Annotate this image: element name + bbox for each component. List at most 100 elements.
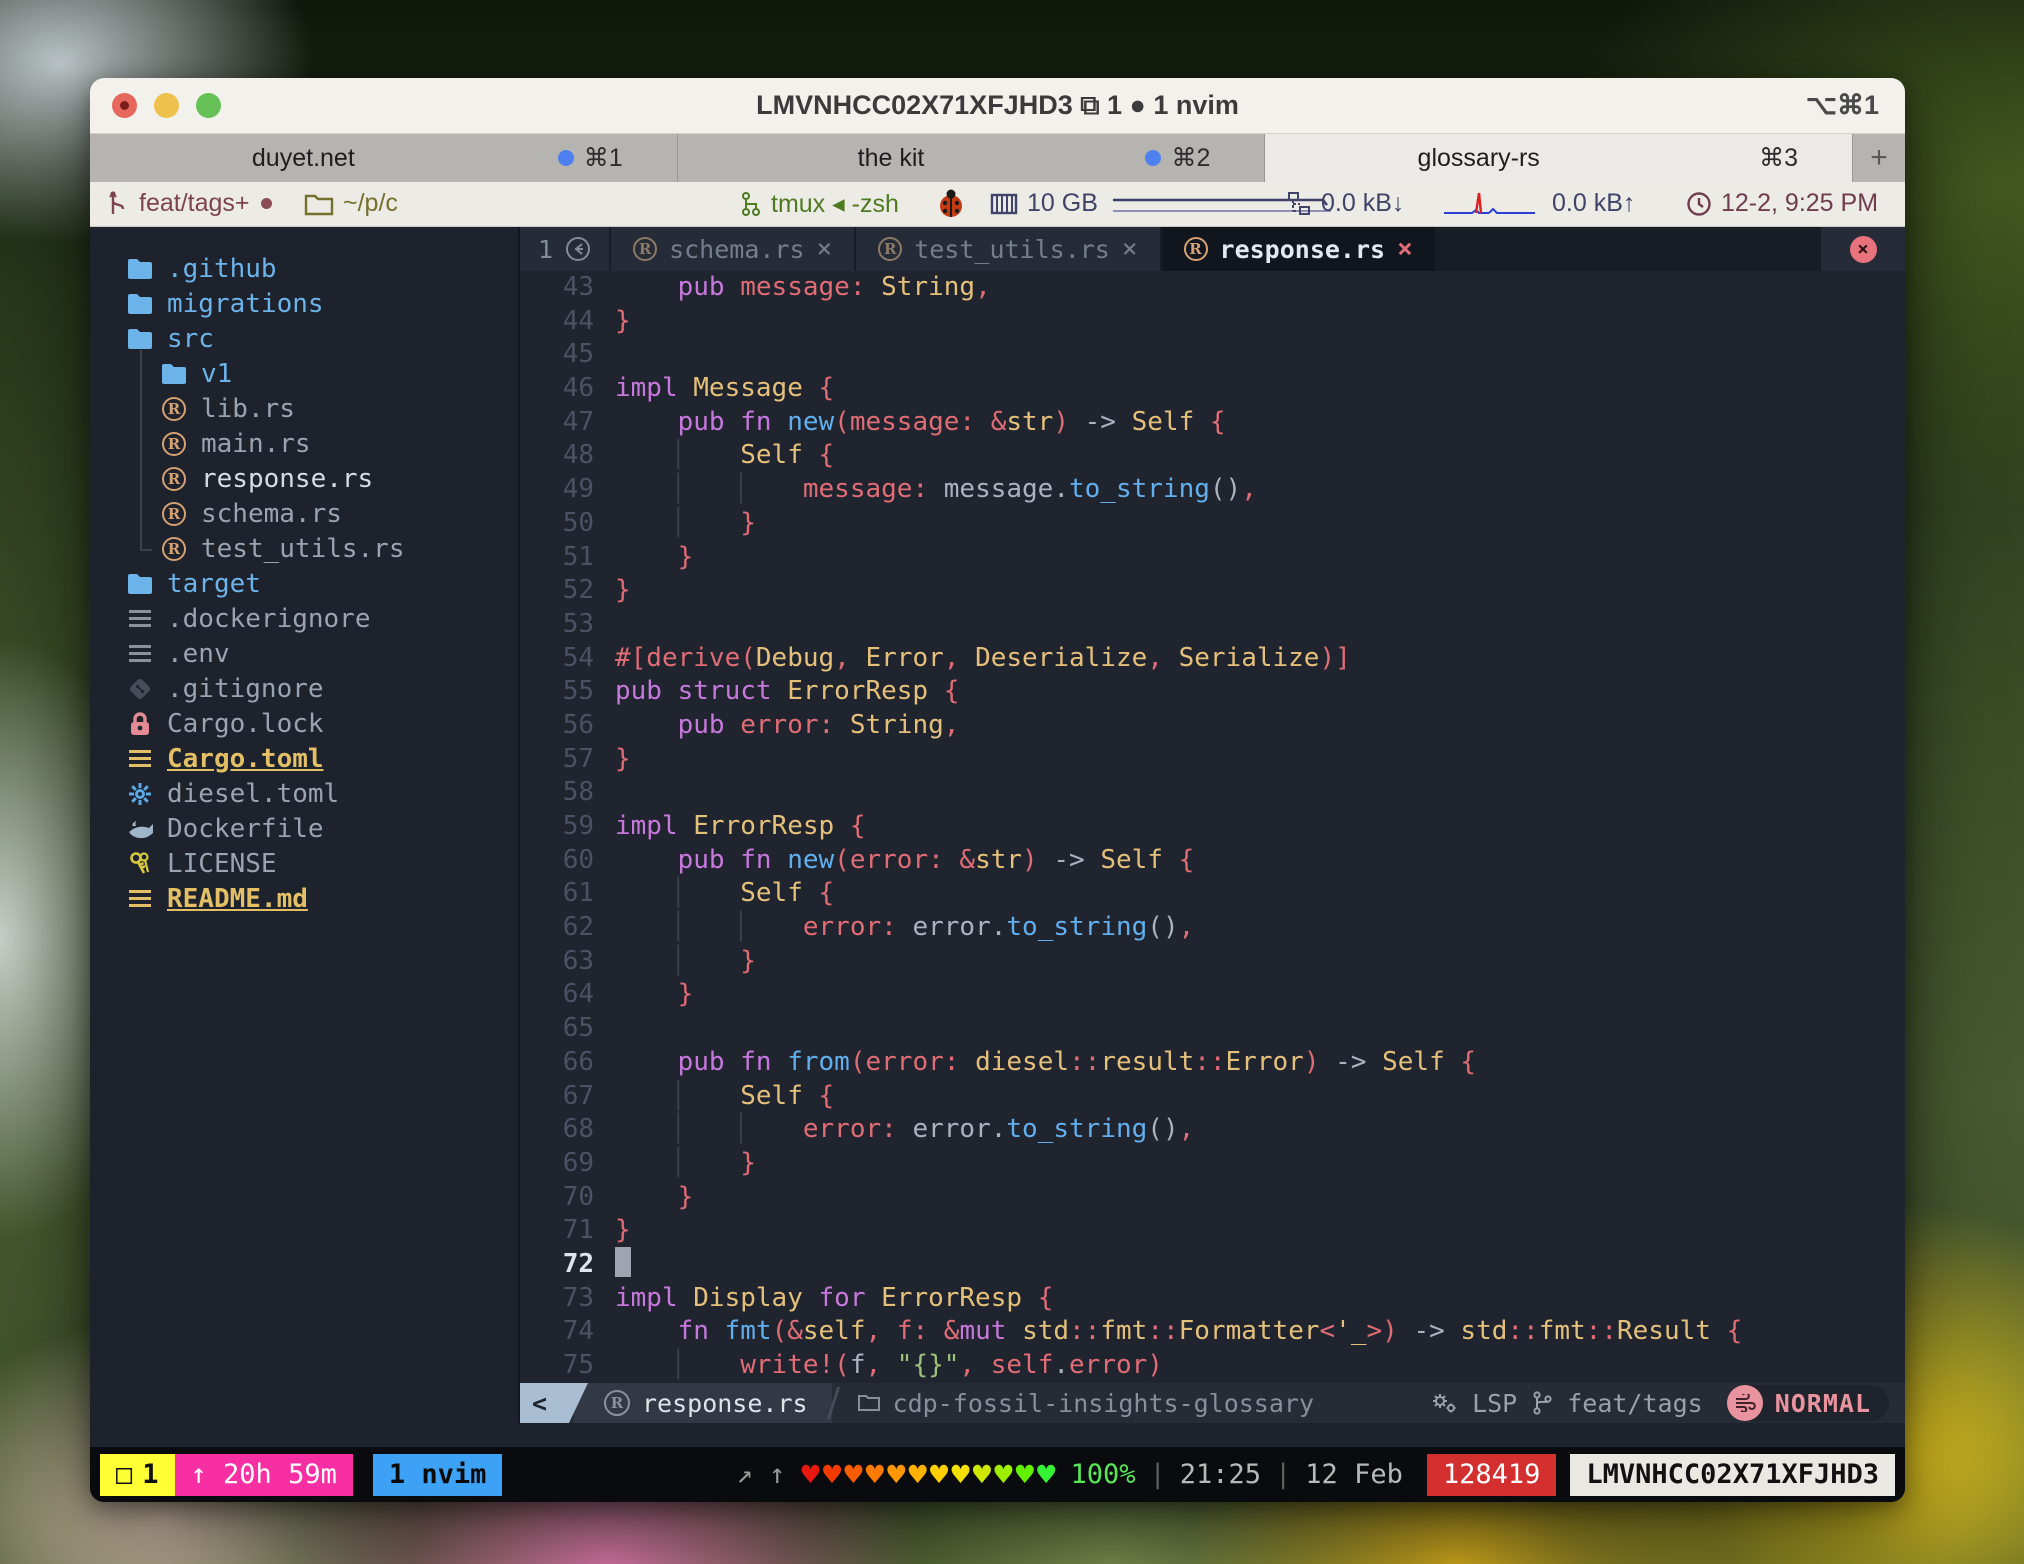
line-content: impl Message { bbox=[594, 372, 834, 406]
line-content: } bbox=[594, 541, 693, 575]
code-line-65: 65 bbox=[520, 1012, 1905, 1046]
close-all-button[interactable]: × bbox=[1821, 227, 1905, 271]
line-content: ▏ Self { bbox=[594, 439, 834, 473]
terminal-tab-duyet-net[interactable]: duyet.net ⌘1 bbox=[90, 134, 678, 182]
tree-item-migrations[interactable]: migrations bbox=[90, 286, 518, 321]
line-number: 69 bbox=[520, 1147, 594, 1181]
tree-item-lib-rs[interactable]: Rlib.rs bbox=[90, 391, 518, 426]
line-content: #[derive(Debug, Error, Deserialize, Seri… bbox=[594, 642, 1351, 676]
close-buffer-icon[interactable]: × bbox=[1122, 234, 1138, 264]
history-back-icon bbox=[565, 236, 591, 262]
git-branch-icon bbox=[1531, 1390, 1553, 1416]
tree-item-Dockerfile[interactable]: Dockerfile bbox=[90, 811, 518, 846]
session-index: 1 bbox=[142, 1459, 158, 1490]
code-area[interactable]: 43 pub message: String,44}4546impl Messa… bbox=[520, 271, 1905, 1383]
line-number: 72 bbox=[520, 1248, 594, 1282]
tmux-session-indicator[interactable]: □ 1 bbox=[100, 1454, 175, 1496]
line-content bbox=[594, 1248, 631, 1282]
file-tree: .githubmigrationssrcv1Rlib.rsRmain.rsRre… bbox=[90, 227, 520, 1423]
buffer-tab-schema-rs[interactable]: R schema.rs × bbox=[611, 227, 854, 271]
tmux-date: 12 Feb bbox=[1305, 1459, 1403, 1490]
line-number: 54 bbox=[520, 642, 594, 676]
tree-item-label: lib.rs bbox=[201, 394, 295, 424]
new-tab-button[interactable]: + bbox=[1853, 134, 1905, 182]
buffer-tab-test-utils-rs[interactable]: R test_utils.rs × bbox=[856, 227, 1159, 271]
code-line-73: 73impl Display for ErrorResp { bbox=[520, 1282, 1905, 1316]
session-indicator[interactable]: tmux ◂ -zsh bbox=[738, 182, 899, 225]
git-branch-indicator[interactable]: feat/tags+ bbox=[106, 182, 272, 225]
line-number: 47 bbox=[520, 406, 594, 440]
line-number: 45 bbox=[520, 338, 594, 372]
lsp-gears-icon bbox=[1430, 1391, 1458, 1415]
line-number: 71 bbox=[520, 1214, 594, 1248]
code-line-43: 43 pub message: String, bbox=[520, 271, 1905, 305]
tree-item-target[interactable]: target bbox=[90, 566, 518, 601]
buffer-tab-response-rs[interactable]: R response.rs × bbox=[1162, 227, 1435, 271]
heart-icon: ♥ bbox=[864, 1460, 885, 1489]
tree-item--env[interactable]: .env bbox=[90, 636, 518, 671]
line-content: pub fn new(message: &str) -> Self { bbox=[594, 406, 1226, 440]
line-content: } bbox=[594, 978, 693, 1012]
line-number: 51 bbox=[520, 541, 594, 575]
network-up-label: 0.0 kB↑ bbox=[1552, 189, 1635, 218]
close-buffer-icon[interactable]: × bbox=[817, 234, 833, 264]
tree-item-diesel-toml[interactable]: diesel.toml bbox=[90, 776, 518, 811]
git-dirty-dot bbox=[261, 198, 272, 209]
terminal-window: LMVNHCC02X71XFJHD3 ⧉ 1 ● 1 nvim ⌥⌘1 duye… bbox=[90, 78, 1905, 1502]
line-content: impl Display for ErrorResp { bbox=[594, 1282, 1053, 1316]
statusline-filename: response.rs bbox=[642, 1389, 808, 1418]
line-number: 46 bbox=[520, 372, 594, 406]
tree-item-label: Dockerfile bbox=[167, 814, 324, 844]
tmux-window-name[interactable]: 1 nvim bbox=[373, 1454, 503, 1496]
code-line-59: 59impl ErrorResp { bbox=[520, 810, 1905, 844]
line-number: 59 bbox=[520, 810, 594, 844]
code-line-51: 51 } bbox=[520, 541, 1905, 575]
folder-icon bbox=[304, 192, 334, 216]
tab-label: glossary-rs bbox=[1265, 144, 1692, 173]
command-line bbox=[90, 1423, 1905, 1447]
tree-item--dockerignore[interactable]: .dockerignore bbox=[90, 601, 518, 636]
code-line-53: 53 bbox=[520, 608, 1905, 642]
rust-file-icon: R bbox=[162, 537, 186, 561]
battery-percent: 100% bbox=[1070, 1459, 1135, 1490]
tree-item--gitignore[interactable]: .gitignore bbox=[90, 671, 518, 706]
line-content: ▏ ▏ error: error.to_string(), bbox=[594, 1113, 1194, 1147]
code-line-72: 72 bbox=[520, 1248, 1905, 1282]
lsp-label: LSP bbox=[1472, 1389, 1517, 1418]
tree-item-label: .gitignore bbox=[167, 674, 324, 704]
tree-item-schema-rs[interactable]: Rschema.rs bbox=[90, 496, 518, 531]
terminal-tab-the-kit[interactable]: the kit ⌘2 bbox=[678, 134, 1266, 182]
tree-item-label: Cargo.toml bbox=[167, 744, 324, 774]
tree-item-label: test_utils.rs bbox=[201, 534, 405, 564]
terminal-tab-glossary-rs[interactable]: glossary-rs ⌘3 bbox=[1265, 134, 1853, 182]
tree-item-v1[interactable]: v1 bbox=[90, 356, 518, 391]
line-number: 58 bbox=[520, 776, 594, 810]
tree-item-src[interactable]: src bbox=[90, 321, 518, 356]
line-content: } bbox=[594, 574, 631, 608]
keys-icon bbox=[128, 851, 152, 877]
line-content bbox=[594, 338, 615, 372]
cwd-indicator[interactable]: ~/p/c bbox=[304, 182, 398, 225]
code-line-56: 56 pub error: String, bbox=[520, 709, 1905, 743]
statusline: < R response.rs cdp-fossil-insights-glos… bbox=[520, 1383, 1905, 1423]
heart-icon: ♥ bbox=[928, 1460, 949, 1489]
bufferline-counter: 1 bbox=[520, 227, 609, 271]
buffer-tab-label: test_utils.rs bbox=[914, 235, 1110, 264]
network-graph bbox=[1442, 182, 1537, 225]
statusline-project-name: cdp-fossil-insights-glossary bbox=[893, 1389, 1314, 1418]
line-number: 67 bbox=[520, 1080, 594, 1114]
heart-icon: ♥ bbox=[799, 1460, 820, 1489]
tree-item-main-rs[interactable]: Rmain.rs bbox=[90, 426, 518, 461]
tree-item-LICENSE[interactable]: LICENSE bbox=[90, 846, 518, 881]
tree-item-response-rs[interactable]: Rresponse.rs bbox=[90, 461, 518, 496]
tree-item-Cargo-toml[interactable]: Cargo.toml bbox=[90, 741, 518, 776]
gear-icon bbox=[128, 782, 152, 806]
tree-item--github[interactable]: .github bbox=[90, 251, 518, 286]
tree-item-test-utils-rs[interactable]: Rtest_utils.rs bbox=[90, 531, 518, 566]
git-branch-label: feat/tags+ bbox=[139, 189, 250, 218]
close-buffer-icon[interactable]: × bbox=[1397, 234, 1413, 264]
config-file-icon bbox=[129, 890, 151, 908]
tree-item-README-md[interactable]: README.md bbox=[90, 881, 518, 916]
lock-icon bbox=[129, 711, 151, 737]
tree-item-Cargo-lock[interactable]: Cargo.lock bbox=[90, 706, 518, 741]
